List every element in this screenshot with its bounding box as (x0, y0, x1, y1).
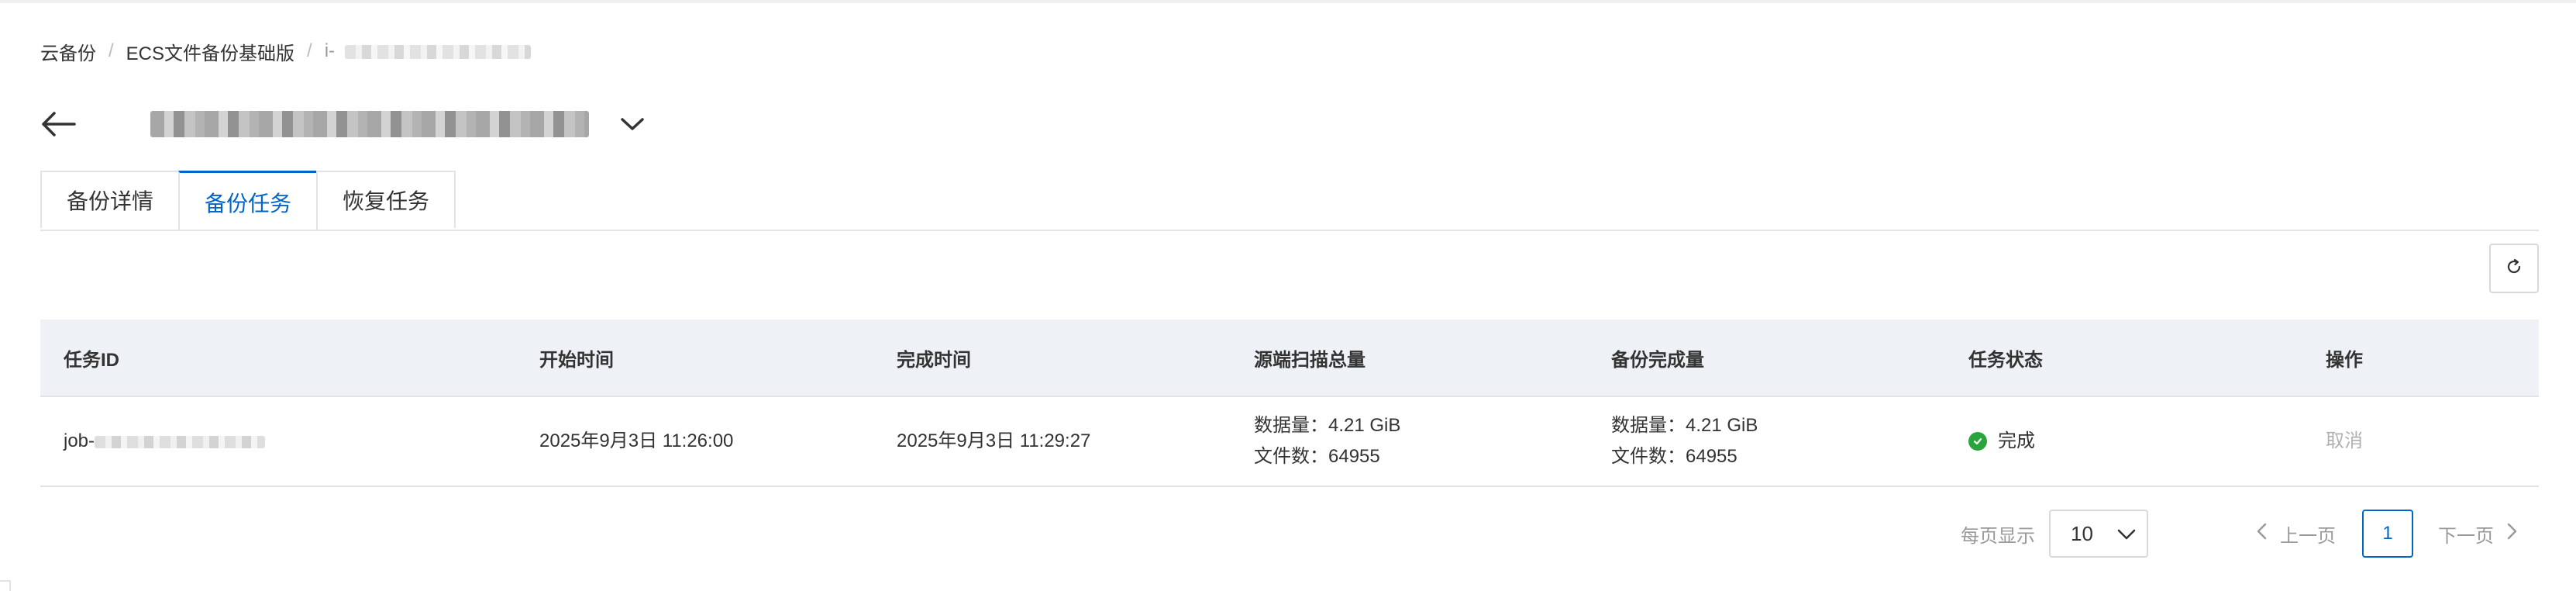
breadcrumb-instance-prefix: i- (324, 40, 336, 61)
status-cell: 完成 (1945, 396, 2302, 487)
table-row: job- 2025年9月3日 11:26:00 2025年9月3日 11:29:… (40, 396, 2539, 487)
breadcrumb-ecs-file-backup[interactable]: ECS文件备份基础版 (126, 38, 294, 65)
tab-bar: 备份详情 备份任务 恢复任务 (40, 171, 456, 231)
column-header-status: 任务状态 (1945, 320, 2302, 397)
prev-page-label: 上一页 (2280, 525, 2336, 547)
page-size-select[interactable]: 10 (2049, 510, 2148, 558)
refresh-icon (2505, 258, 2523, 279)
cancel-job-link[interactable]: 取消 (2326, 430, 2363, 451)
backup-complete-cell: 数据量：4.21 GiB 文件数：64955 (1588, 396, 1945, 487)
column-header-start-time: 开始时间 (516, 320, 873, 397)
next-page-label: 下一页 (2438, 525, 2494, 547)
breadcrumb-separator: / (108, 40, 114, 61)
backup-jobs-table: 任务ID 开始时间 完成时间 源端扫描总量 备份完成量 任务状态 操作 job-… (40, 320, 2539, 487)
page-1-button[interactable]: 1 (2362, 510, 2413, 558)
tab-backup-details[interactable]: 备份详情 (40, 171, 181, 228)
prev-page-button[interactable]: 上一页 (2255, 520, 2336, 548)
back-arrow-icon[interactable] (40, 109, 79, 140)
redacted-job-id (95, 435, 266, 448)
column-header-backup-complete: 备份完成量 (1588, 320, 1945, 397)
redacted-page-title (150, 111, 589, 137)
job-id-cell: job- (40, 396, 516, 487)
end-time-cell: 2025年9月3日 11:29:27 (873, 396, 1231, 487)
chevron-down-icon[interactable] (617, 109, 648, 140)
chevron-down-icon (2117, 522, 2136, 546)
breadcrumb-cloud-backup[interactable]: 云备份 (40, 38, 96, 65)
corner-decoration (0, 580, 11, 591)
column-header-end-time: 完成时间 (873, 320, 1231, 397)
pagination: 每页显示 10 上一页 1 下一页 (1961, 509, 2519, 558)
next-page-button[interactable]: 下一页 (2438, 520, 2519, 548)
page-size-value: 10 (2071, 521, 2093, 545)
breadcrumb-instance: i- (325, 40, 531, 62)
scan-data-size: 数据量：4.21 GiB (1254, 415, 1401, 436)
chevron-left-icon (2255, 523, 2269, 545)
column-header-scan-total: 源端扫描总量 (1231, 320, 1588, 397)
scan-total-cell: 数据量：4.21 GiB 文件数：64955 (1231, 396, 1588, 487)
redacted-instance-id (344, 44, 531, 59)
status-label: 完成 (1998, 430, 2035, 451)
scan-file-count: 文件数：64955 (1254, 446, 1380, 467)
status-badge: 完成 (1968, 426, 2302, 457)
backup-data-size: 数据量：4.21 GiB (1611, 415, 1758, 436)
per-page-label: 每页显示 (1961, 525, 2035, 547)
chevron-right-icon (2505, 523, 2519, 545)
tab-backup-jobs[interactable]: 备份任务 (178, 171, 319, 231)
job-id-prefix: job- (64, 430, 95, 451)
breadcrumb: 云备份 / ECS文件备份基础版 / i- (40, 36, 531, 67)
column-header-actions: 操作 (2302, 320, 2539, 397)
top-divider (0, 0, 2576, 3)
start-time-cell: 2025年9月3日 11:26:00 (516, 396, 873, 487)
refresh-button[interactable] (2489, 244, 2539, 293)
backup-file-count: 文件数：64955 (1611, 446, 1737, 467)
breadcrumb-separator: / (307, 40, 312, 61)
actions-cell: 取消 (2302, 396, 2539, 487)
tab-restore-jobs[interactable]: 恢复任务 (316, 171, 456, 228)
tab-divider (40, 230, 2539, 231)
page-header (40, 101, 648, 147)
table-header-row: 任务ID 开始时间 完成时间 源端扫描总量 备份完成量 任务状态 操作 (40, 320, 2539, 397)
column-header-job-id: 任务ID (40, 320, 516, 397)
check-circle-icon (1968, 432, 1987, 451)
